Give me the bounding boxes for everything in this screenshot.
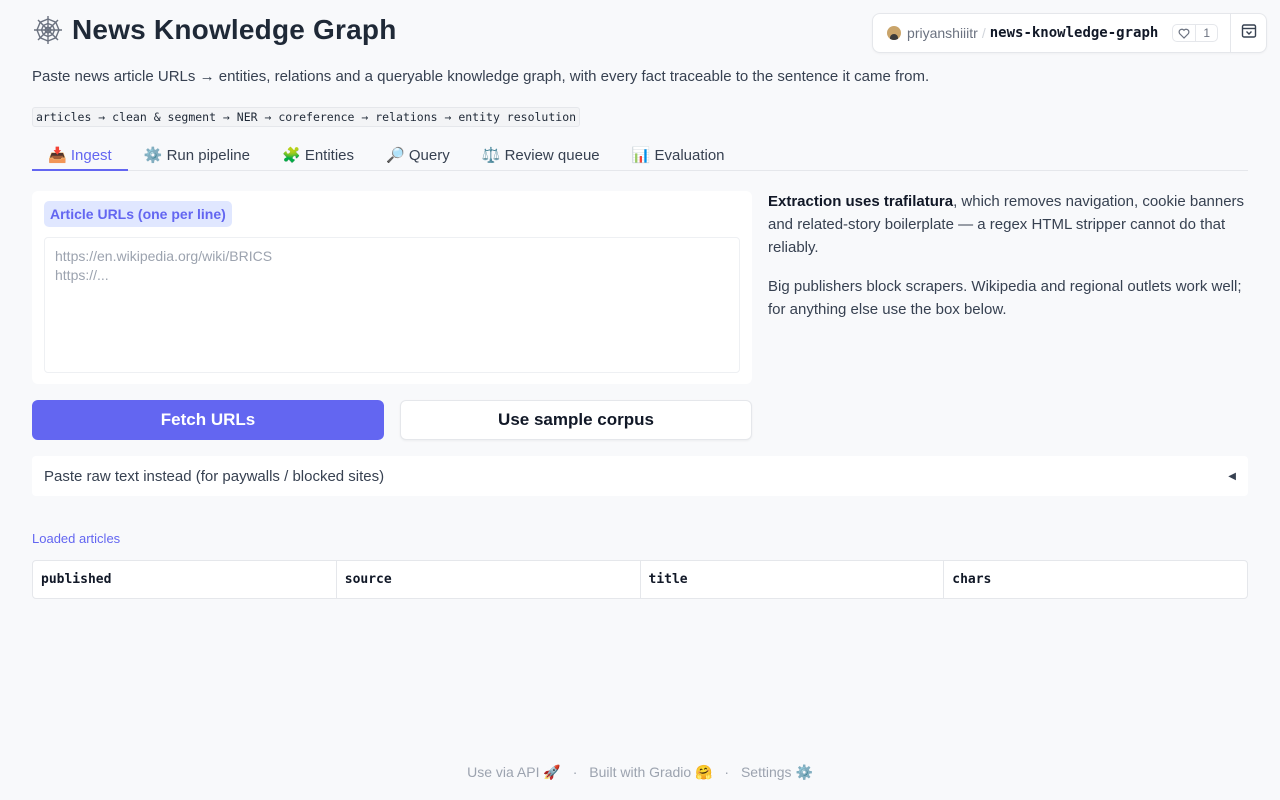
footer: Use via API 🚀 · Built with Gradio 🤗 · Se… bbox=[0, 764, 1280, 781]
info-bold: Extraction uses trafilatura bbox=[768, 193, 954, 210]
use-sample-corpus-button[interactable]: Use sample corpus bbox=[400, 400, 752, 440]
tab-run-pipeline[interactable]: ⚙️ Run pipeline bbox=[128, 140, 266, 171]
spider-web-icon bbox=[32, 14, 64, 46]
accordion-label: Paste raw text instead (for paywalls / b… bbox=[44, 467, 385, 485]
avatar bbox=[887, 26, 902, 40]
urls-label: Article URLs (one per line) bbox=[44, 201, 232, 227]
column-header-published[interactable]: published bbox=[33, 561, 337, 598]
articles-table: published source title chars bbox=[32, 560, 1248, 599]
settings-link[interactable]: Settings ⚙️ bbox=[741, 764, 813, 780]
urls-textarea[interactable]: https://en.wikipedia.org/wiki/BRICS http… bbox=[44, 237, 740, 373]
column-header-chars[interactable]: chars bbox=[944, 561, 1247, 598]
raw-text-accordion[interactable]: Paste raw text instead (for paywalls / b… bbox=[32, 456, 1248, 496]
page-subtitle: Paste news article URLs → entities, rela… bbox=[32, 68, 930, 85]
extraction-info: Extraction uses trafilatura, which remov… bbox=[768, 190, 1248, 337]
like-count: 1 bbox=[1203, 26, 1210, 40]
tab-query[interactable]: 🔎 Query bbox=[370, 140, 466, 171]
footer-separator: · bbox=[724, 764, 730, 780]
space-owner[interactable]: priyanshiiitr bbox=[907, 25, 978, 41]
tab-ingest[interactable]: 📥 Ingest bbox=[32, 140, 128, 171]
space-repo-name[interactable]: news-knowledge-graph bbox=[990, 25, 1159, 41]
caret-left-icon: ◀ bbox=[1228, 470, 1236, 482]
title-row: News Knowledge Graph bbox=[32, 14, 397, 46]
window-collapse-icon bbox=[1241, 23, 1257, 44]
tab-review-queue[interactable]: ⚖️ Review queue bbox=[466, 140, 616, 171]
tab-entities[interactable]: 🧩 Entities bbox=[266, 140, 370, 171]
column-header-title[interactable]: title bbox=[641, 561, 945, 598]
pipeline-code: articles → clean & segment → NER → coref… bbox=[32, 107, 581, 127]
collapse-header-button[interactable] bbox=[1230, 14, 1266, 52]
url-input-block: Article URLs (one per line) https://en.w… bbox=[32, 191, 752, 384]
like-button[interactable]: 1 bbox=[1172, 24, 1218, 42]
built-with-gradio-link[interactable]: Built with Gradio 🤗 bbox=[589, 764, 712, 780]
tab-evaluation[interactable]: 📊 Evaluation bbox=[616, 140, 741, 171]
footer-separator: · bbox=[572, 764, 578, 780]
loaded-articles-label: Loaded articles bbox=[32, 531, 121, 546]
column-header-source[interactable]: source bbox=[337, 561, 641, 598]
space-separator: / bbox=[981, 25, 986, 41]
use-via-api-link[interactable]: Use via API 🚀 bbox=[467, 764, 561, 780]
page-title: News Knowledge Graph bbox=[72, 14, 397, 45]
heart-icon bbox=[1173, 25, 1197, 41]
space-repo-link[interactable]: priyanshiiitr / news-knowledge-graph 1 bbox=[873, 14, 1230, 52]
info-paragraph-1: Extraction uses trafilatura, which remov… bbox=[768, 190, 1248, 259]
info-paragraph-2: Big publishers block scrapers. Wikipedia… bbox=[768, 278, 1242, 318]
fetch-urls-button[interactable]: Fetch URLs bbox=[32, 400, 384, 440]
tab-bar: 📥 Ingest ⚙️ Run pipeline 🧩 Entities 🔎 Qu… bbox=[32, 140, 1248, 171]
space-badge: priyanshiiitr / news-knowledge-graph 1 bbox=[872, 13, 1267, 53]
